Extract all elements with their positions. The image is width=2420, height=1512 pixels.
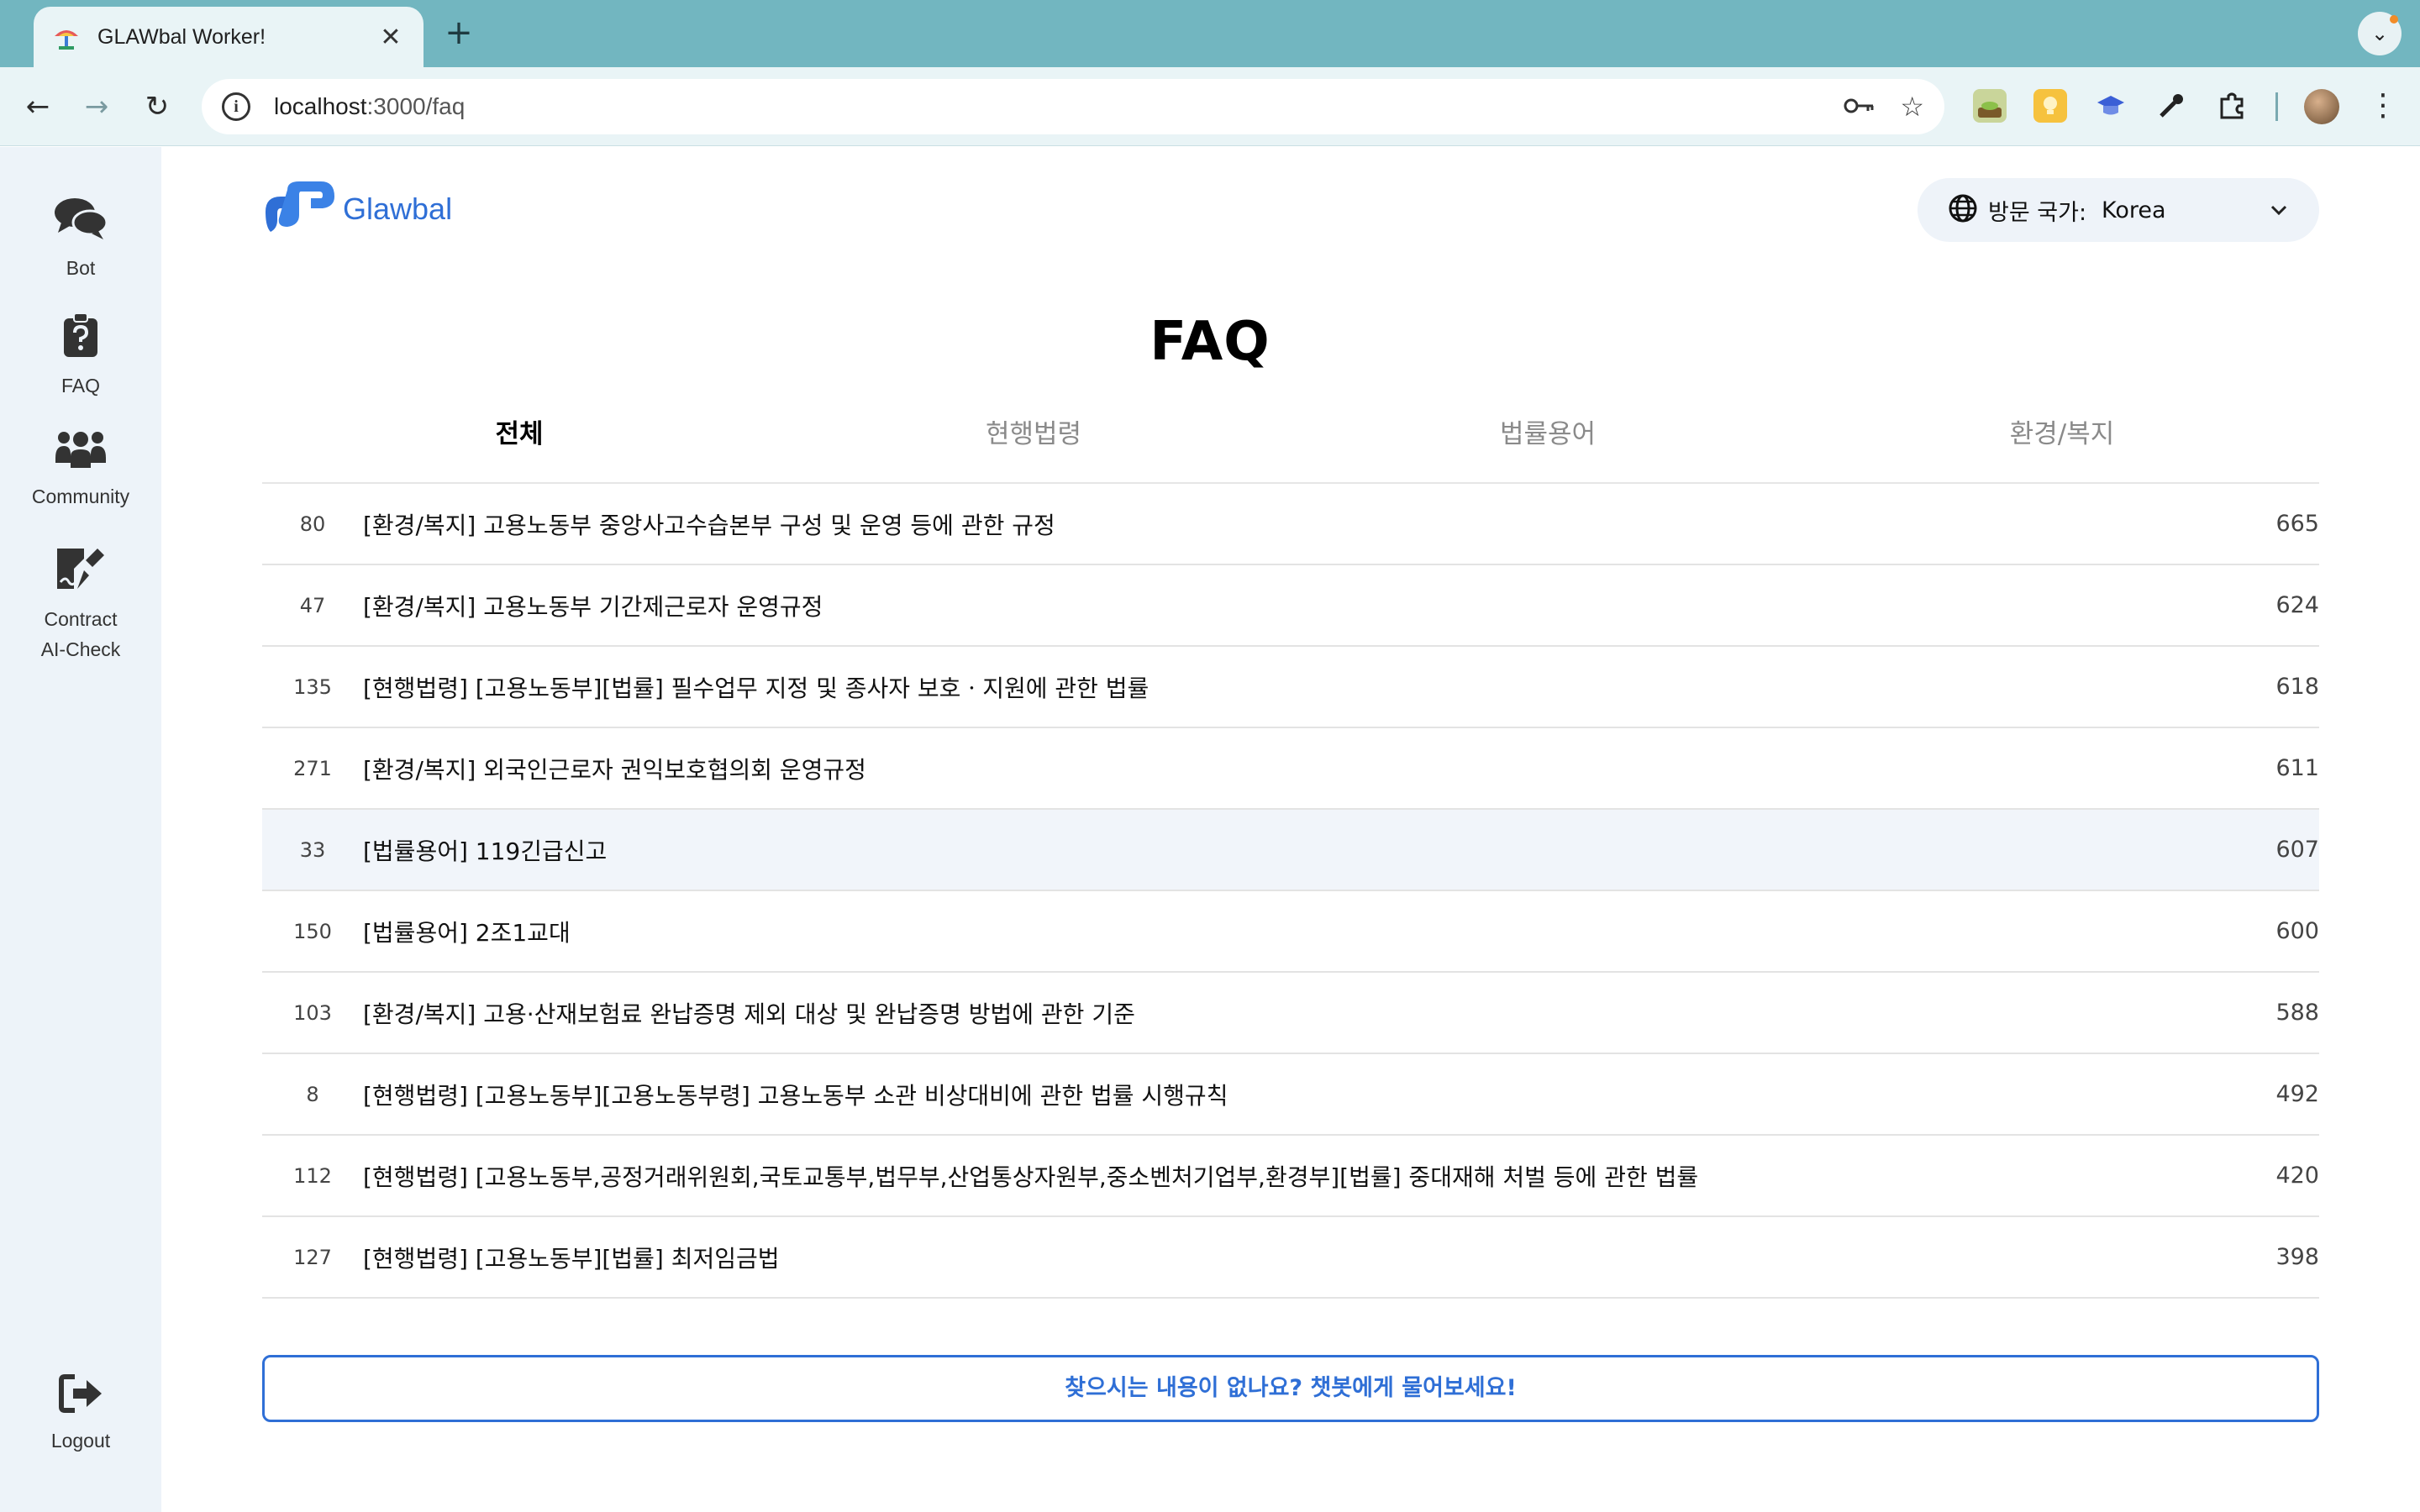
faq-row[interactable]: 33 [법률용어] 119긴급신고 607 bbox=[262, 810, 2319, 891]
new-tab-button[interactable]: + bbox=[439, 13, 479, 54]
faq-view-count: 420 bbox=[2275, 1163, 2319, 1189]
country-label: 방문 국가: bbox=[1988, 199, 2087, 226]
toolbar-divider bbox=[2275, 92, 2278, 121]
tab-search-button[interactable]: ⌄ bbox=[2358, 12, 2402, 55]
profile-avatar[interactable] bbox=[2304, 89, 2339, 124]
sidebar-item-bot[interactable]: Bot bbox=[0, 194, 161, 283]
faq-row[interactable]: 271 [환경/복지] 외국인근로자 권익보호협의회 운영규정 611 bbox=[262, 728, 2319, 810]
faq-row[interactable]: 127 [현행법령] [고용노동부][법률] 최저임금법 398 bbox=[262, 1217, 2319, 1299]
browser-toolbar: ← → ↻ i localhost:3000/faq ☆ ⋮ bbox=[0, 67, 2420, 146]
tab-legal-terms[interactable]: 법률용어 bbox=[1291, 408, 1805, 482]
faq-id: 8 bbox=[306, 1082, 319, 1106]
faq-row[interactable]: 47 [환경/복지] 고용노동부 기간제근로자 운영규정 624 bbox=[262, 565, 2319, 647]
forward-button[interactable]: → bbox=[76, 86, 118, 128]
close-tab-icon[interactable]: ✕ bbox=[376, 23, 405, 52]
reload-button[interactable]: ↻ bbox=[136, 86, 178, 128]
faq-view-count: 624 bbox=[2275, 592, 2319, 618]
faq-row[interactable]: 8 [현행법령] [고용노동부][고용노동부령] 고용노동부 소관 비상대비에 … bbox=[262, 1054, 2319, 1136]
globe-icon bbox=[1948, 193, 1978, 227]
faq-id: 127 bbox=[293, 1245, 332, 1269]
faq-title: [법률용어] 2조1교대 bbox=[363, 918, 571, 947]
faq-id: 135 bbox=[293, 675, 332, 699]
faq-title: [환경/복지] 외국인근로자 권익보호협의회 운영규정 bbox=[363, 755, 866, 784]
browser-tabstrip: GLAWbal Worker! ✕ + ⌄ bbox=[0, 0, 2420, 67]
logo-text: Glawbal bbox=[343, 192, 453, 226]
faq-title: [환경/복지] 고용노동부 중앙사고수습본부 구성 및 운영 등에 관한 규정 bbox=[363, 511, 1055, 539]
faq-title: [현행법령] [고용노동부,공정거래위원회,국토교통부,법무부,산업통상자원부,… bbox=[363, 1163, 1699, 1191]
sidebar-item-label: Contract AI-Check bbox=[40, 608, 121, 660]
faq-id: 47 bbox=[299, 593, 326, 617]
faq-row[interactable]: 80 [환경/복지] 고용노동부 중앙사고수습본부 구성 및 운영 등에 관한 … bbox=[262, 484, 2319, 565]
faq-title: [환경/복지] 고용노동부 기간제근로자 운영규정 bbox=[363, 592, 823, 621]
logout-label: Logout bbox=[50, 1430, 111, 1452]
tab-environment-welfare[interactable]: 환경/복지 bbox=[1805, 408, 2319, 482]
faq-id: 150 bbox=[293, 919, 332, 943]
arrow-right-icon: → bbox=[84, 90, 109, 123]
sidebar-item-label: Community bbox=[31, 486, 130, 507]
faq-view-count: 588 bbox=[2275, 1000, 2319, 1026]
browser-menu-icon[interactable]: ⋮ bbox=[2363, 86, 2403, 128]
tab-title: GLAWbal Worker! bbox=[97, 24, 266, 49]
faq-title: [현행법령] [고용노동부][고용노동부령] 고용노동부 소관 비상대비에 관한… bbox=[363, 1081, 1228, 1110]
url-text: localhost:3000/faq bbox=[274, 93, 466, 119]
people-group-icon bbox=[0, 429, 161, 473]
faq-id: 80 bbox=[299, 512, 326, 536]
address-bar[interactable]: i localhost:3000/faq ☆ bbox=[202, 79, 1944, 134]
contract-sign-icon bbox=[0, 545, 161, 596]
faq-view-count: 611 bbox=[2275, 755, 2319, 781]
faq-row[interactable]: 150 [법률용어] 2조1교대 600 bbox=[262, 891, 2319, 973]
faq-row[interactable]: 112 [현행법령] [고용노동부,공정거래위원회,국토교통부,법무부,산업통상… bbox=[262, 1136, 2319, 1217]
page-title: FAQ bbox=[1150, 311, 1270, 373]
faq-title: [환경/복지] 고용·산재보험료 완납증명 제외 대상 및 완납증명 방법에 관… bbox=[363, 1000, 1135, 1028]
faq-id: 33 bbox=[299, 837, 326, 862]
key-icon[interactable] bbox=[1843, 91, 1876, 123]
chat-bubbles-icon bbox=[0, 194, 161, 244]
category-tabs: 전체 현행법령 법률용어 환경/복지 bbox=[262, 408, 2319, 484]
tab-all[interactable]: 전체 bbox=[262, 408, 776, 482]
faq-title: [법률용어] 119긴급신고 bbox=[363, 837, 608, 865]
bookmark-star-icon[interactable]: ☆ bbox=[1900, 91, 1924, 123]
country-value: Korea bbox=[2102, 197, 2166, 223]
favicon-icon bbox=[52, 23, 81, 51]
extension-plant-icon[interactable] bbox=[1973, 89, 2007, 123]
faq-id: 103 bbox=[293, 1000, 332, 1025]
faq-view-count: 618 bbox=[2275, 674, 2319, 700]
faq-view-count: 492 bbox=[2275, 1081, 2319, 1107]
faq-id: 112 bbox=[293, 1163, 332, 1188]
eyedropper-icon[interactable] bbox=[2154, 89, 2188, 123]
logout-button[interactable]: Logout bbox=[0, 1373, 161, 1456]
sidebar-item-community[interactable]: Community bbox=[0, 429, 161, 512]
reload-icon: ↻ bbox=[145, 90, 170, 123]
faq-view-count: 607 bbox=[2275, 837, 2319, 863]
faq-view-count: 665 bbox=[2275, 511, 2319, 537]
country-select[interactable]: 방문 국가: Korea bbox=[1918, 178, 2319, 242]
faq-row[interactable]: 103 [환경/복지] 고용·산재보험료 완납증명 제외 대상 및 완납증명 방… bbox=[262, 973, 2319, 1054]
faq-row[interactable]: 135 [현행법령] [고용노동부][법률] 필수업무 지정 및 종사자 보호ㆍ… bbox=[262, 647, 2319, 728]
ask-chatbot-button[interactable]: 찾으시는 내용이 없나요? 챗봇에게 물어보세요! bbox=[262, 1355, 2319, 1422]
sidebar-item-label: Bot bbox=[66, 257, 96, 279]
chevron-down-icon bbox=[2269, 197, 2289, 223]
brand-logo[interactable]: Glawbal bbox=[262, 180, 452, 239]
extension-lightbulb-icon[interactable] bbox=[2033, 89, 2067, 123]
faq-view-count: 600 bbox=[2275, 918, 2319, 944]
chevron-down-icon: ⌄ bbox=[2370, 22, 2389, 45]
tab-current-laws[interactable]: 현행법령 bbox=[776, 408, 1291, 482]
extension-graduation-cap-icon[interactable] bbox=[2094, 89, 2128, 123]
faq-view-count: 398 bbox=[2275, 1244, 2319, 1270]
sidebar-item-label: FAQ bbox=[60, 375, 100, 396]
site-info-icon[interactable]: i bbox=[222, 92, 250, 121]
sidebar-item-contract-ai-check[interactable]: Contract AI-Check bbox=[0, 545, 161, 664]
faq-list: 80 [환경/복지] 고용노동부 중앙사고수습본부 구성 및 운영 등에 관한 … bbox=[262, 484, 2319, 1299]
logout-icon bbox=[0, 1373, 161, 1417]
faq-id: 271 bbox=[293, 756, 332, 780]
handshake-logo-icon bbox=[262, 178, 338, 240]
browser-tab[interactable]: GLAWbal Worker! ✕ bbox=[34, 7, 424, 67]
faq-title: [현행법령] [고용노동부][법률] 최저임금법 bbox=[363, 1244, 780, 1273]
extensions-puzzle-icon[interactable] bbox=[2215, 89, 2249, 123]
back-button[interactable]: ← bbox=[17, 86, 59, 128]
faq-title: [현행법령] [고용노동부][법률] 필수업무 지정 및 종사자 보호ㆍ지원에 … bbox=[363, 674, 1150, 702]
arrow-left-icon: ← bbox=[25, 90, 50, 123]
